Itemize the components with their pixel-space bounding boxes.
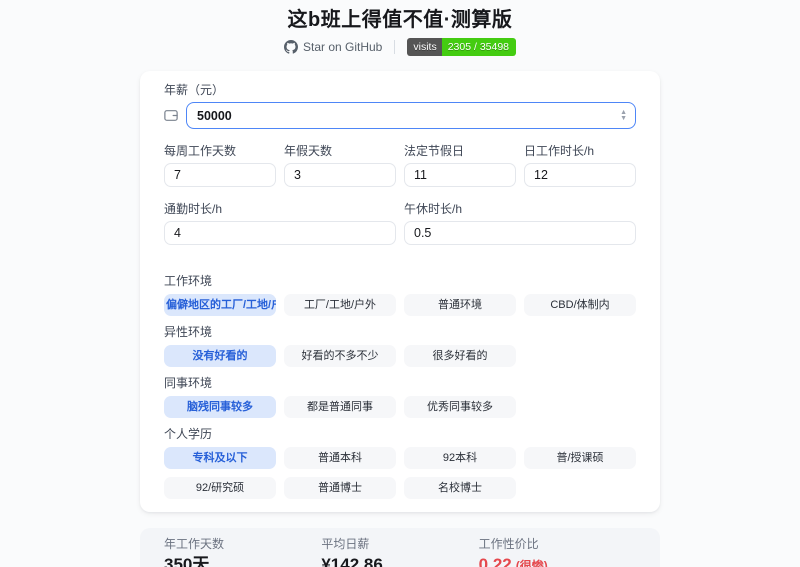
section-work-environment: 工作环境 偏僻地区的工厂/工地/户外 工厂/工地/户外 普通环境 CBD/体制内 [164,274,636,316]
stepper-down-icon[interactable]: ▼ [620,115,627,122]
salary-field: 年薪（元） ▲ ▼ [164,83,636,129]
field-label: 通勤时长/h [164,202,223,216]
option-some-good-looking[interactable]: 好看的不多不少 [284,345,396,367]
salary-input[interactable] [186,102,636,129]
number-fields-row-2: 通勤时长/h 午休时长/h [164,202,636,245]
visits-badge-value: 2305 / 35498 [441,38,517,56]
field-label: 每周工作天数 [164,144,237,158]
field-annual-leave-days: 年假天数 [284,144,396,187]
option-group: 专科及以下 普通本科 92本科 普/授课硕 92/研究硕 普通博士 名校博士 [164,447,636,499]
ratio-comment: (很惨) [515,559,548,567]
section-colleague-environment: 同事环境 脑残同事较多 都是普通同事 优秀同事较多 [164,376,636,418]
github-star-link[interactable]: Star on GitHub [283,40,383,54]
result-label: 工作性价比 [478,537,539,551]
lunch-break-hours-input[interactable] [404,221,636,245]
field-label: 日工作时长/h [524,144,595,158]
option-no-good-looking[interactable]: 没有好看的 [164,345,276,367]
number-fields-row-1: 每周工作天数 年假天数 法定节假日 日工作时长/h [164,144,636,187]
option-normal-colleagues[interactable]: 都是普通同事 [284,396,396,418]
result-value: 0.22 (很惨) [479,554,636,567]
work-days-per-week-input[interactable] [164,163,276,187]
field-public-holidays: 法定节假日 [404,144,516,187]
option-mostly-dumb-colleagues[interactable]: 脑残同事较多 [164,396,276,418]
daily-work-hours-input[interactable] [524,163,636,187]
commute-hours-input[interactable] [164,221,396,245]
option-college-or-below[interactable]: 专科及以下 [164,447,276,469]
option-ordinary-phd[interactable]: 普通博士 [284,477,396,499]
ratio-number: 0.22 [478,555,512,567]
salary-label: 年薪（元） [164,83,225,97]
field-lunch-break-hours: 午休时长/h [404,202,636,245]
option-985-211-research-master[interactable]: 92/研究硕 [164,477,276,499]
option-many-good-looking[interactable]: 很多好看的 [404,345,516,367]
field-label: 年假天数 [284,144,333,158]
result-work-value-ratio: 工作性价比 0.22 (很惨) [479,537,636,567]
header-row: Star on GitHub visits 2305 / 35498 [0,38,800,56]
option-ordinary-taught-master[interactable]: 普/授课硕 [524,447,636,469]
section-label: 工作环境 [164,274,213,288]
option-985-211-bachelor[interactable]: 92本科 [404,447,516,469]
header-divider [394,40,396,54]
page: 这b班上得值不值·测算版 Star on GitHub visits 2305 … [0,0,800,567]
result-label: 年工作天数 [164,537,225,551]
field-label: 法定节假日 [404,144,465,158]
annual-leave-days-input[interactable] [284,163,396,187]
wallet-icon [164,109,186,122]
option-group: 脑残同事较多 都是普通同事 优秀同事较多 [164,396,636,418]
choice-sections: 工作环境 偏僻地区的工厂/工地/户外 工厂/工地/户外 普通环境 CBD/体制内… [164,274,636,499]
result-average-daily-salary: 平均日薪 ¥142.86 [321,537,478,567]
section-education: 个人学历 专科及以下 普通本科 92本科 普/授课硕 92/研究硕 普通博士 名… [164,427,636,499]
field-commute-hours: 通勤时长/h [164,202,396,245]
section-label: 异性环境 [164,325,213,339]
option-normal-environment[interactable]: 普通环境 [404,294,516,316]
option-remote-factory-outdoor[interactable]: 偏僻地区的工厂/工地/户外 [164,294,276,316]
github-star-label: Star on GitHub [302,40,383,54]
result-value: 350天 [164,555,210,567]
option-excellent-colleagues[interactable]: 优秀同事较多 [404,396,516,418]
section-label: 个人学历 [164,427,213,441]
result-value: ¥142.86 [321,555,383,567]
field-label: 午休时长/h [404,202,463,216]
option-cbd-institution[interactable]: CBD/体制内 [524,294,636,316]
section-label: 同事环境 [164,376,213,390]
form-card: 年薪（元） ▲ ▼ 每周工作天数 年假天数 [140,71,660,512]
field-work-days-per-week: 每周工作天数 [164,144,276,187]
public-holidays-input[interactable] [404,163,516,187]
field-daily-work-hours: 日工作时长/h [524,144,636,187]
salary-stepper[interactable]: ▲ ▼ [620,109,627,122]
option-factory-outdoor[interactable]: 工厂/工地/户外 [284,294,396,316]
page-title: 这b班上得值不值·测算版 [287,9,513,31]
option-elite-phd[interactable]: 名校博士 [404,477,516,499]
section-opposite-sex-environment: 异性环境 没有好看的 好看的不多不少 很多好看的 [164,325,636,367]
option-ordinary-bachelor[interactable]: 普通本科 [284,447,396,469]
result-label: 平均日薪 [321,537,370,551]
option-group: 没有好看的 好看的不多不少 很多好看的 [164,345,636,367]
result-working-days: 年工作天数 350天 [164,537,321,567]
option-group: 偏僻地区的工厂/工地/户外 工厂/工地/户外 普通环境 CBD/体制内 [164,294,636,316]
visits-badge: visits 2305 / 35498 [407,38,517,56]
github-icon [283,40,298,54]
visits-badge-label: visits [407,38,442,56]
results-bar: 年工作天数 350天 平均日薪 ¥142.86 工作性价比 0.22 (很惨) [140,528,660,567]
